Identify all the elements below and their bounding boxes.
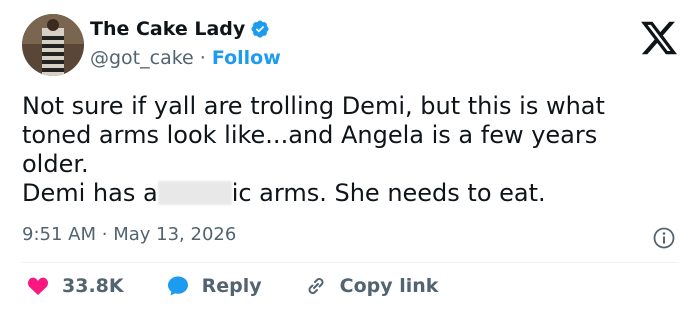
like-button[interactable]: 33.8K <box>26 274 124 298</box>
follow-button[interactable]: Follow <box>212 47 281 69</box>
tweet-time[interactable]: 9:51 AM <box>22 224 96 245</box>
blurred-word <box>157 181 232 205</box>
like-count: 33.8K <box>62 275 124 297</box>
tweet-text-line-1: Not sure if yall are trolling Demi, but … <box>22 92 605 178</box>
author-handle[interactable]: @got_cake <box>90 47 194 69</box>
speech-bubble-icon <box>167 276 188 296</box>
tweet-text-before-blur: Demi has a <box>22 179 158 207</box>
copy-link-label: Copy link <box>339 275 439 297</box>
action-bar: 33.8K Reply Copy link <box>26 274 480 298</box>
verified-badge-icon <box>250 19 270 39</box>
author-handle-row: @got_cake · Follow <box>90 47 281 69</box>
handle-separator: · <box>199 47 206 69</box>
reply-label: Reply <box>201 275 262 297</box>
link-icon <box>308 278 324 294</box>
tweet-meta: 9:51 AM · May 13, 2026 <box>22 224 236 245</box>
reply-button[interactable]: Reply <box>166 274 262 298</box>
author-name-row: The Cake Lady <box>90 18 270 40</box>
avatar[interactable] <box>22 14 84 76</box>
author-name[interactable]: The Cake Lady <box>90 18 245 40</box>
heart-icon <box>27 277 49 295</box>
meta-separator: · <box>101 224 108 245</box>
tweet-text-after-blur: ic arms. She needs to eat. <box>231 179 546 207</box>
tweet-date[interactable]: May 13, 2026 <box>113 224 236 245</box>
tweet-text: Not sure if yall are trolling Demi, but … <box>22 92 662 208</box>
divider <box>22 262 678 263</box>
x-logo-icon[interactable] <box>639 18 679 58</box>
tweet-text-line-2: Demi has a ic arms. She needs to eat. <box>22 179 662 208</box>
avatar-image <box>22 14 84 76</box>
info-icon[interactable] <box>652 226 676 250</box>
copy-link-button[interactable]: Copy link <box>304 274 439 298</box>
